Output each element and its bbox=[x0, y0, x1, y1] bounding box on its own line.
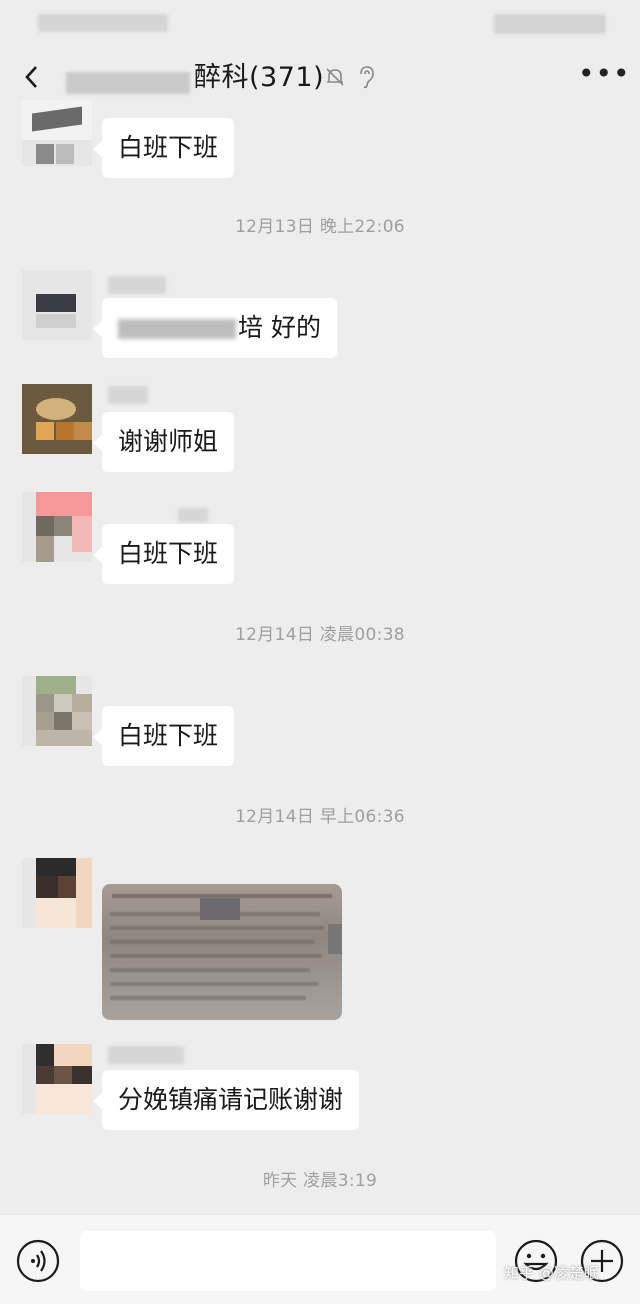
sender-name-blur bbox=[178, 508, 208, 522]
status-right-blur bbox=[494, 14, 606, 34]
avatar[interactable] bbox=[22, 676, 92, 746]
timestamp: 昨天 凌晨3:19 bbox=[262, 1171, 378, 1191]
message-input[interactable] bbox=[80, 1231, 496, 1291]
sender-name-blur bbox=[108, 1046, 184, 1064]
chat-title: 醉科(371) bbox=[194, 62, 325, 93]
image-message[interactable] bbox=[102, 884, 342, 1020]
message-bubble: 白班下班 bbox=[92, 118, 235, 178]
avatar[interactable] bbox=[22, 1044, 92, 1114]
sender-name-blur bbox=[108, 386, 148, 404]
message-bubble: 分娩镇痛请记账谢谢 bbox=[92, 1070, 360, 1130]
avatar[interactable] bbox=[22, 384, 92, 454]
status-bar bbox=[0, 0, 640, 44]
input-bar bbox=[0, 1214, 640, 1304]
message-bubble: 白班下班 bbox=[92, 706, 235, 766]
mute-icon bbox=[324, 66, 346, 88]
back-icon[interactable] bbox=[18, 60, 44, 94]
avatar[interactable] bbox=[22, 270, 92, 340]
timestamp: 12月14日 凌晨00:38 bbox=[235, 625, 405, 645]
timestamp: 12月14日 早上06:36 bbox=[235, 807, 405, 827]
text-blur bbox=[118, 319, 236, 339]
message-bubble: 白班下班 bbox=[92, 524, 235, 584]
title-blur bbox=[66, 72, 190, 94]
status-left-blur bbox=[38, 14, 168, 32]
message-bubble: 培 好的 bbox=[93, 298, 337, 358]
timestamp: 12月13日 晚上22:06 bbox=[235, 217, 405, 237]
avatar[interactable] bbox=[22, 100, 92, 166]
avatar[interactable] bbox=[22, 858, 92, 928]
voice-icon[interactable] bbox=[16, 1239, 60, 1283]
chat-header: 醉科(371) ••• bbox=[0, 44, 640, 114]
watermark: 知乎 @凌楚眠 bbox=[504, 1264, 599, 1282]
more-icon[interactable]: ••• bbox=[578, 60, 630, 88]
message-text: 培 好的 bbox=[238, 313, 321, 342]
avatar[interactable] bbox=[22, 492, 92, 562]
ear-icon bbox=[355, 64, 377, 90]
message-bubble: 谢谢师姐 bbox=[92, 412, 235, 472]
sender-name-blur bbox=[108, 276, 166, 294]
